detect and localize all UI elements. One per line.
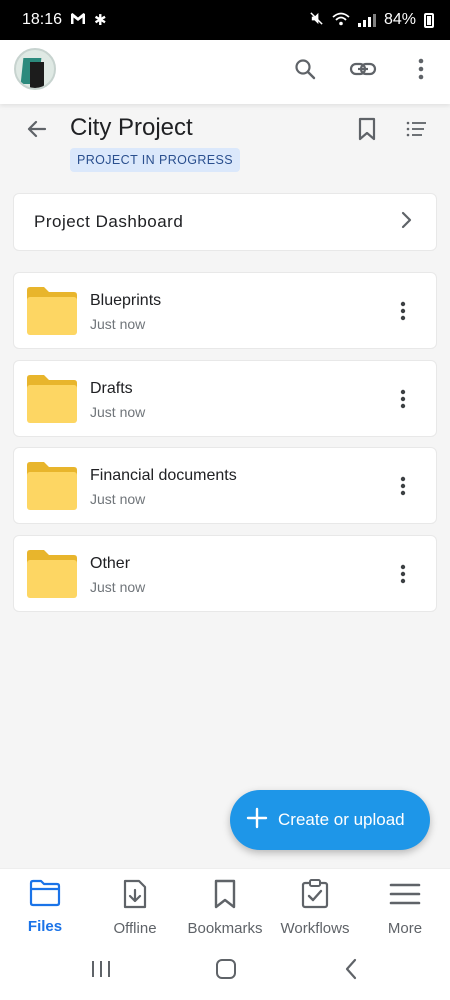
status-badge: PROJECT IN PROGRESS [70,148,241,172]
bookmark-icon [213,879,237,914]
home-icon[interactable] [215,958,237,985]
create-or-upload-button[interactable]: Create or upload [230,790,430,850]
folder-icon [26,461,78,511]
page-title: City Project [70,114,193,141]
status-right: 84% [309,11,434,29]
project-dashboard-button[interactable]: Project Dashboard [13,193,437,251]
nav-item-bookmarks[interactable]: Bookmarks [180,869,270,944]
nav-item-offline[interactable]: Offline [90,869,180,944]
list-item[interactable]: Other Just now [13,535,437,612]
mute-icon [309,11,324,29]
wifi-icon [332,12,350,29]
list-item[interactable]: Financial documents Just now [13,447,437,524]
folder-name: Financial documents [90,467,237,484]
nav-label: Workflows [280,920,350,937]
folder-icon [29,879,61,912]
folder-date: Just now [90,316,146,332]
battery-percent: 84% [383,11,416,28]
bookmark-icon[interactable] [352,114,382,144]
chevron-right-icon [400,211,412,234]
battery-icon [424,12,434,28]
nav-label: Bookmarks [187,920,263,937]
nav-item-files[interactable]: Files [0,869,90,944]
more-vertical-icon[interactable] [406,54,436,84]
folder-date: Just now [90,491,146,507]
search-icon[interactable] [290,54,320,84]
nav-item-workflows[interactable]: Workflows [270,869,360,944]
project-header: City Project PROJECT IN PROGRESS [0,104,450,184]
project-dashboard-label: Project Dashboard [34,212,184,231]
folder-name: Blueprints [90,292,162,309]
folder-date: Just now [90,404,146,420]
app-bar-actions [290,54,436,84]
avatar[interactable] [14,48,56,90]
plus-icon [246,805,268,835]
nav-label: Files [27,918,63,935]
nav-label: Offline [113,920,157,937]
more-vertical-icon[interactable] [388,471,418,501]
status-bar: 18:16 ✱ 84% [0,0,450,40]
system-nav-bar [0,944,450,1000]
app-bar [0,40,450,104]
menu-icon [389,879,421,914]
list-item[interactable]: Drafts Just now [13,360,437,437]
recent-apps-icon[interactable] [90,958,112,985]
folder-name: Drafts [90,380,133,397]
folder-name: Other [90,555,131,572]
clipboard-check-icon [301,879,329,914]
more-vertical-icon[interactable] [388,384,418,414]
nav-label: More [387,920,423,937]
folder-icon [26,549,78,599]
back-arrow-icon[interactable] [22,114,52,144]
more-vertical-icon[interactable] [388,296,418,326]
sort-icon[interactable] [402,114,432,144]
folder-icon [26,374,78,424]
signal-icon [357,13,376,27]
gmail-icon [70,12,86,28]
nav-item-more[interactable]: More [360,869,450,944]
system-back-icon[interactable] [343,958,359,985]
asterisk-icon: ✱ [94,11,107,29]
list-item[interactable]: Blueprints Just now [13,272,437,349]
more-vertical-icon[interactable] [388,559,418,589]
create-or-upload-label: Create or upload [278,810,405,829]
offline-download-icon [122,879,148,914]
bottom-nav: Files Offline Bookmarks Workflows More [0,868,450,944]
link-icon[interactable] [348,54,378,84]
status-left: 18:16 ✱ [22,11,107,29]
status-time: 18:16 [22,11,63,28]
folder-icon [26,286,78,336]
folder-date: Just now [90,579,146,595]
